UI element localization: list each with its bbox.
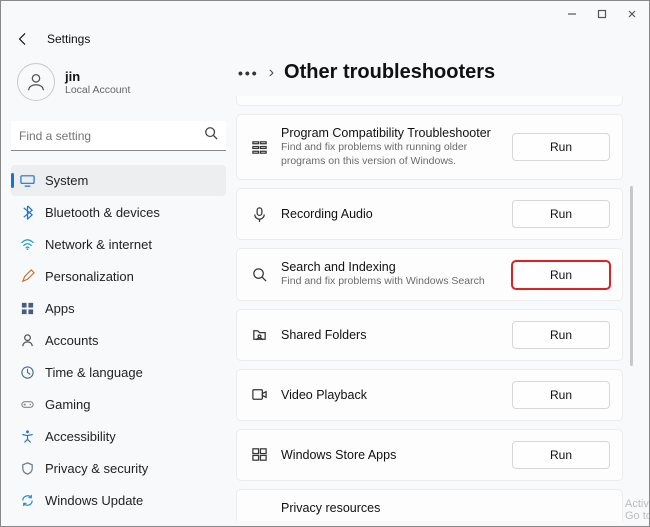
troubleshooter-card: Video Playback Run: [236, 369, 623, 421]
troubleshooter-card: Recording Audio Run: [236, 188, 623, 240]
breadcrumb-ellipsis[interactable]: •••: [238, 65, 259, 81]
troubleshooter-card: Shared Folders Run: [236, 309, 623, 361]
card-subtitle: Find and fix problems with running older…: [281, 141, 500, 168]
sidebar-item-gaming[interactable]: Gaming: [11, 389, 226, 420]
card-title: Windows Store Apps: [281, 448, 500, 462]
search-input[interactable]: [11, 121, 226, 151]
search-field[interactable]: [19, 129, 204, 143]
sidebar-item-label: Apps: [45, 301, 75, 316]
sidebar-item-label: System: [45, 173, 88, 188]
card-title: Recording Audio: [281, 207, 500, 221]
person-icon: [19, 333, 35, 349]
minimize-button[interactable]: [557, 3, 587, 25]
sidebar-item-accounts[interactable]: Accounts: [11, 325, 226, 356]
search-icon: [204, 126, 218, 145]
sidebar-item-bluetooth-devices[interactable]: Bluetooth & devices: [11, 197, 226, 228]
run-button[interactable]: Run: [512, 261, 610, 289]
bluetooth-icon: [19, 205, 35, 221]
sidebar-item-label: Bluetooth & devices: [45, 205, 160, 220]
run-button[interactable]: Run: [512, 441, 610, 469]
card-subtitle: Find and fix problems with Windows Searc…: [281, 275, 500, 289]
header: Settings: [1, 27, 649, 51]
user-block[interactable]: jin Local Account: [11, 57, 226, 115]
shield-icon: [19, 461, 35, 477]
titlebar: [1, 1, 649, 27]
sidebar-item-network-internet[interactable]: Network & internet: [11, 229, 226, 260]
sidebar-item-accessibility[interactable]: Accessibility: [11, 421, 226, 452]
app-title: Settings: [47, 32, 90, 46]
nav: System Bluetooth & devices Network & inter…: [11, 165, 226, 516]
shared-folder-icon: [249, 326, 269, 343]
system-icon: [19, 173, 35, 189]
sidebar-item-label: Time & language: [45, 365, 143, 380]
sidebar-item-label: Windows Update: [45, 493, 143, 508]
avatar: [17, 63, 55, 101]
run-button[interactable]: Run: [512, 321, 610, 349]
run-button[interactable]: Run: [512, 133, 610, 161]
run-button[interactable]: Run: [512, 200, 610, 228]
page-title: Other troubleshooters: [284, 61, 495, 84]
sidebar-item-label: Network & internet: [45, 237, 152, 252]
run-button[interactable]: Run: [512, 381, 610, 409]
chevron-right-icon: ›: [269, 64, 274, 82]
scrollbar[interactable]: [630, 186, 633, 366]
user-subtitle: Local Account: [65, 84, 130, 96]
maximize-button[interactable]: [587, 3, 617, 25]
sidebar-item-label: Gaming: [45, 397, 91, 412]
close-button[interactable]: [617, 3, 647, 25]
update-icon: [19, 493, 35, 509]
main: ••• › Other troubleshooters Program Comp…: [236, 51, 649, 526]
gamepad-icon: [19, 397, 35, 413]
mic-icon: [249, 206, 269, 223]
compat-icon: [249, 139, 269, 156]
video-icon: [249, 386, 269, 403]
brush-icon: [19, 269, 35, 285]
sidebar-item-system[interactable]: System: [11, 165, 226, 196]
user-name: jin: [65, 69, 130, 84]
card-title: Search and Indexing: [281, 260, 500, 274]
troubleshooter-card: Windows Store Apps Run: [236, 429, 623, 481]
accessibility-icon: [19, 429, 35, 445]
troubleshooter-card: Program Compatibility TroubleshooterFind…: [236, 114, 623, 180]
sidebar-item-label: Privacy & security: [45, 461, 148, 476]
sidebar-item-label: Personalization: [45, 269, 134, 284]
store-icon: [249, 446, 269, 463]
breadcrumb: ••• › Other troubleshooters: [236, 51, 635, 96]
apps-icon: [19, 301, 35, 317]
card-title: Shared Folders: [281, 328, 500, 342]
back-button[interactable]: [11, 27, 35, 51]
activation-watermark: Activate W Go to Settin: [625, 498, 649, 522]
card-title: Privacy resources: [281, 501, 610, 515]
sidebar-item-personalization[interactable]: Personalization: [11, 261, 226, 292]
partial-card-top: [236, 96, 623, 106]
sidebar-item-apps[interactable]: Apps: [11, 293, 226, 324]
content-area: Program Compatibility TroubleshooterFind…: [236, 96, 635, 526]
search-icon: [249, 266, 269, 283]
sidebar-item-time-language[interactable]: Time & language: [11, 357, 226, 388]
card-title: Video Playback: [281, 388, 500, 402]
sidebar-item-privacy-security[interactable]: Privacy & security: [11, 453, 226, 484]
settings-window: Settings jin Local Account System Bluetoo…: [0, 0, 650, 527]
sidebar-item-label: Accessibility: [45, 429, 116, 444]
troubleshooter-card: Privacy resources: [236, 489, 623, 521]
sidebar-item-label: Accounts: [45, 333, 98, 348]
troubleshooter-card: Search and IndexingFind and fix problems…: [236, 248, 623, 301]
clock-globe-icon: [19, 365, 35, 381]
sidebar-item-windows-update[interactable]: Windows Update: [11, 485, 226, 516]
card-title: Program Compatibility Troubleshooter: [281, 126, 500, 140]
sidebar: jin Local Account System Bluetooth & devi…: [1, 51, 236, 526]
wifi-icon: [19, 237, 35, 253]
